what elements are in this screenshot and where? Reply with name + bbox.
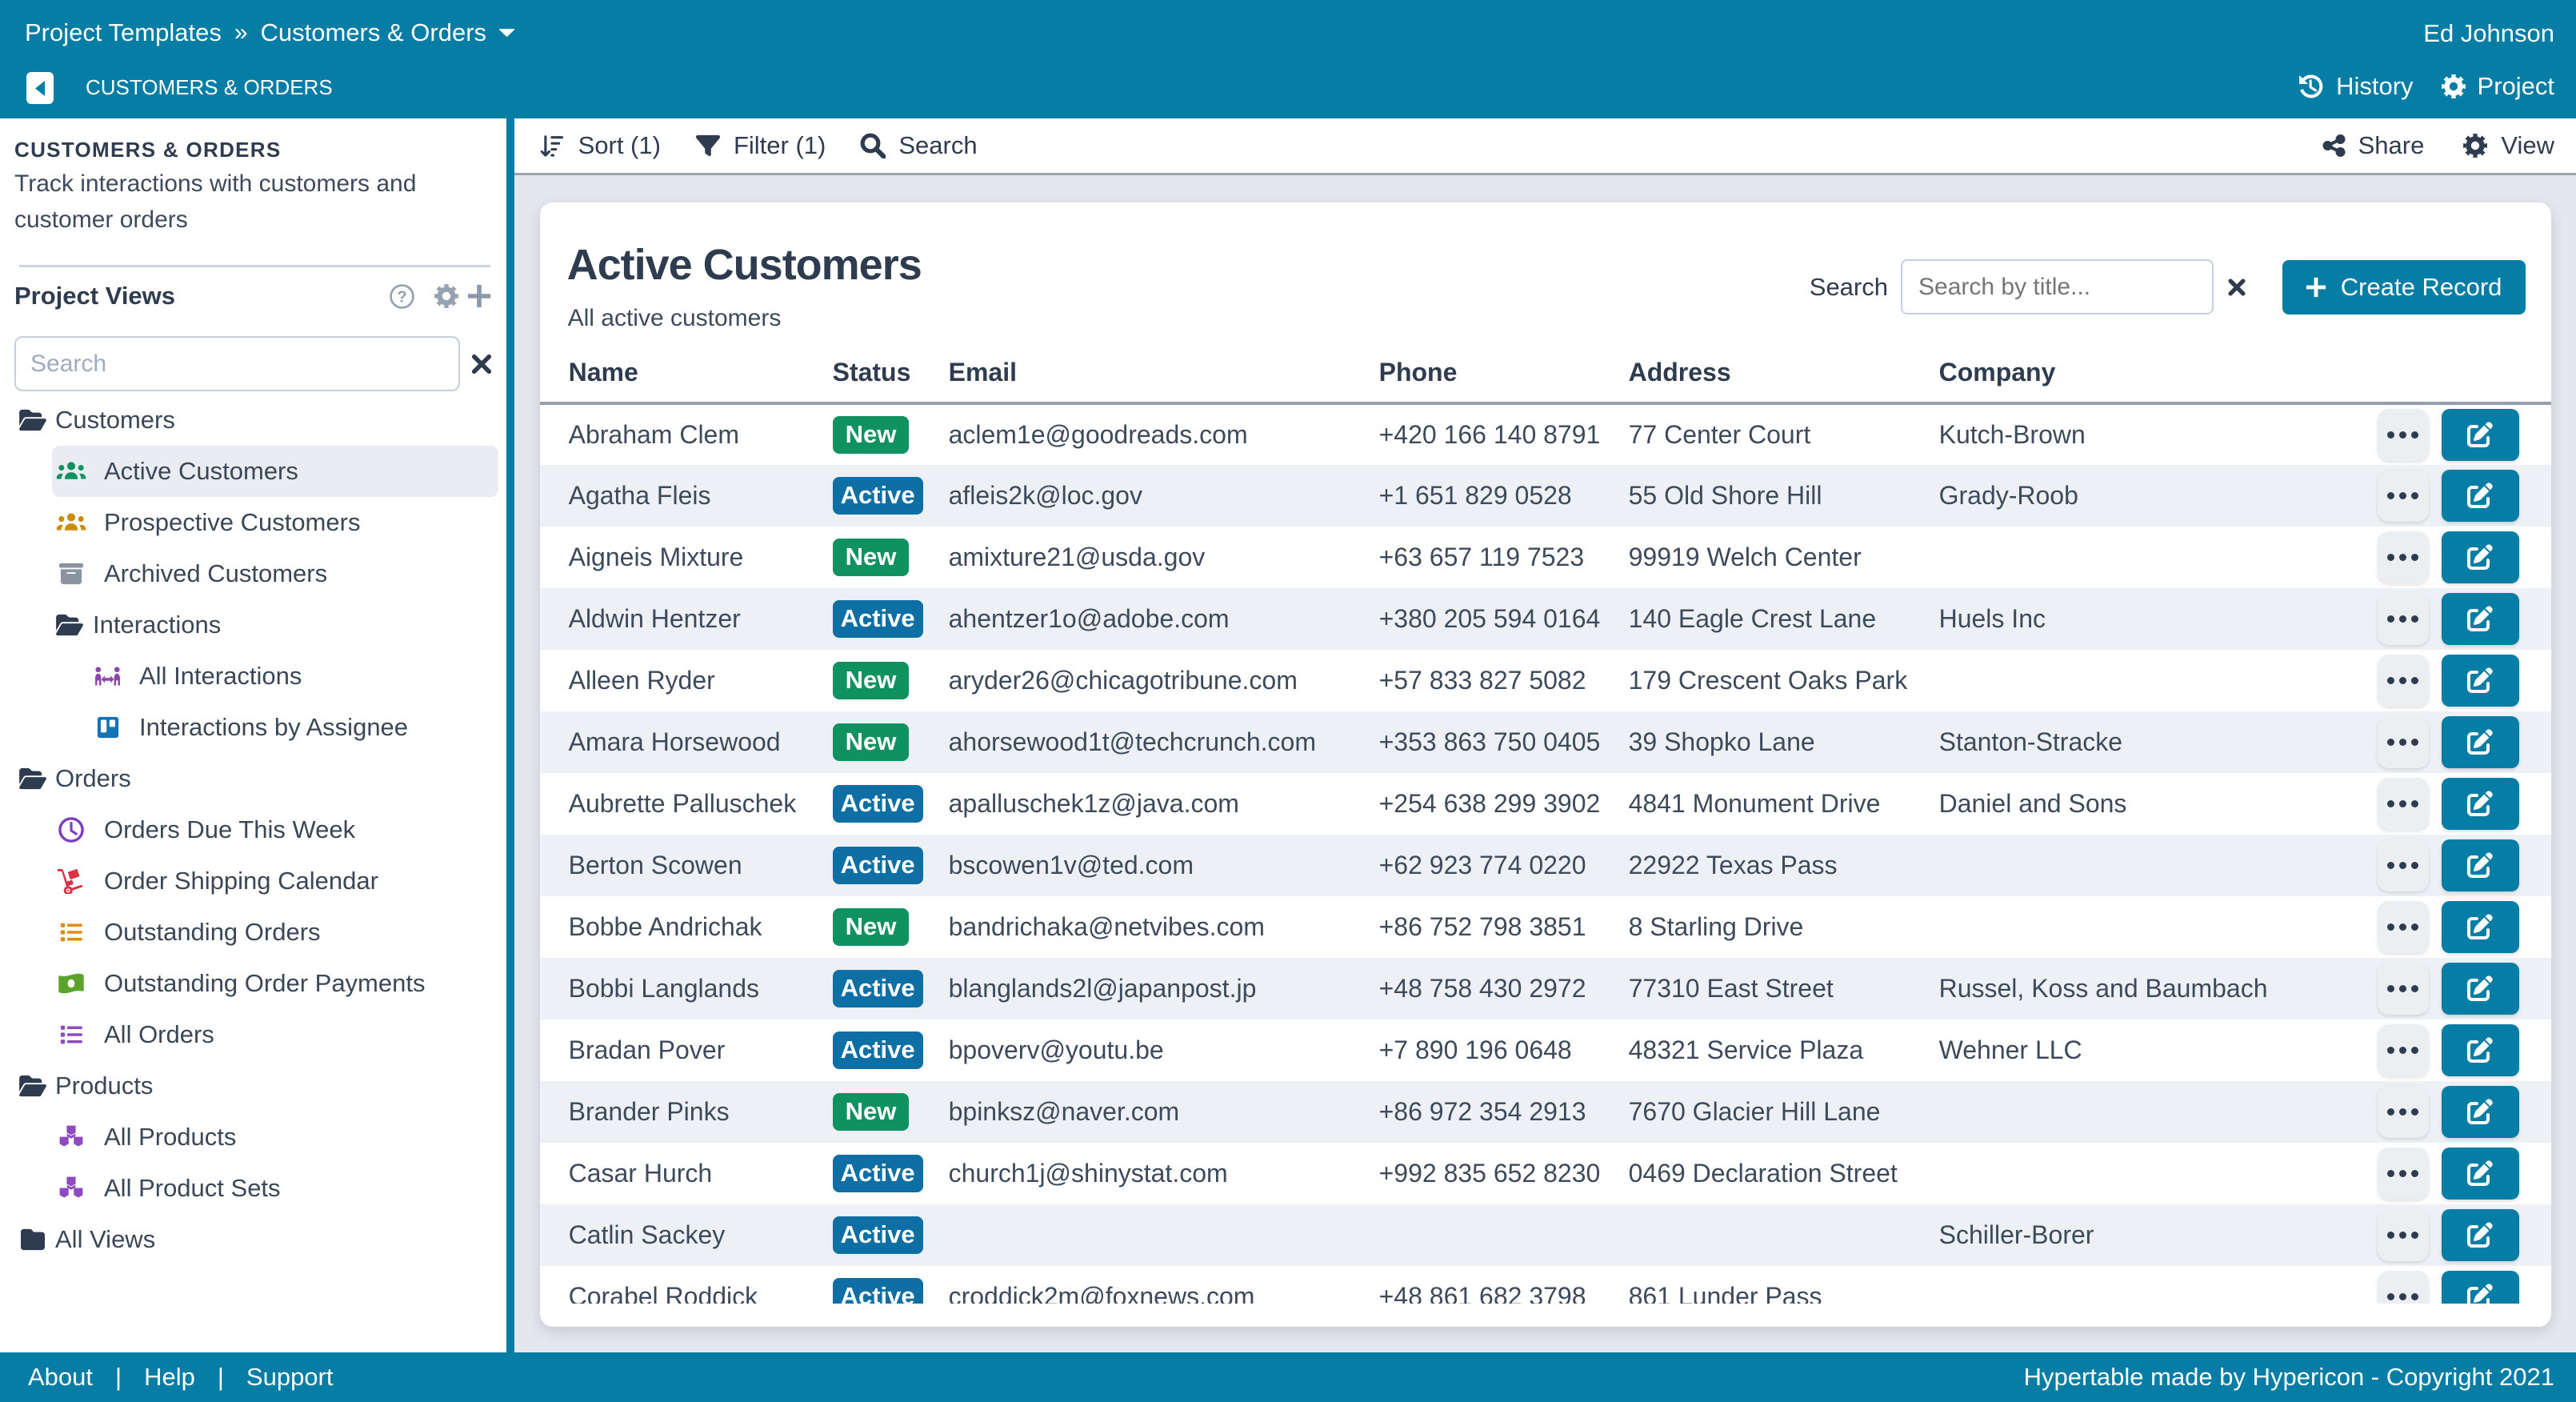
svg-text:?: ? <box>397 288 406 306</box>
